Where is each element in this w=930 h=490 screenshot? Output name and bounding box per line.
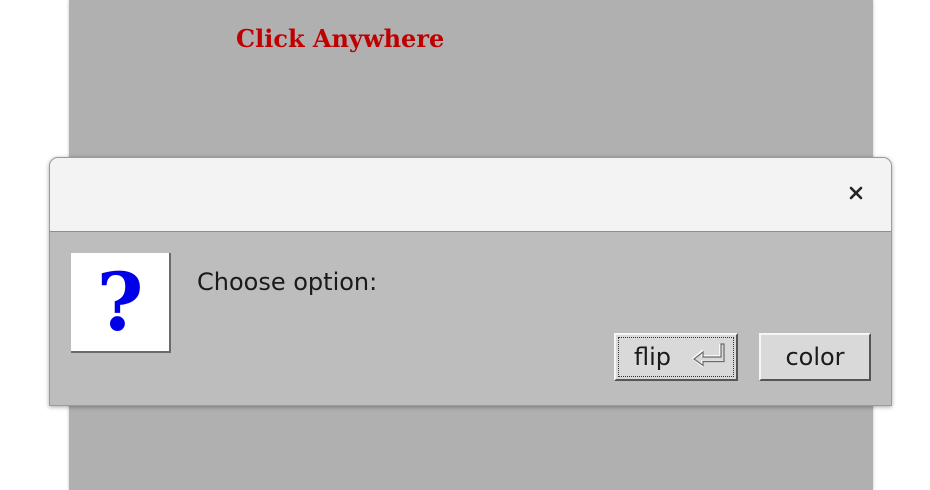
dialog-message: Choose option: [197,268,378,296]
flip-button[interactable]: flip [614,333,738,381]
enter-key-icon [689,341,725,373]
color-button[interactable]: color [759,333,871,381]
close-icon [849,186,863,200]
close-button[interactable] [845,182,867,204]
option-dialog: ? Choose option: flip color [49,157,892,406]
dialog-body: ? Choose option: flip color [50,232,891,405]
color-button-label: color [785,343,845,371]
dialog-titlebar[interactable] [50,158,891,232]
click-anywhere-heading: Click Anywhere [236,24,445,53]
question-icon: ? [71,253,171,353]
flip-button-label: flip [634,343,672,371]
question-mark: ? [96,255,144,349]
